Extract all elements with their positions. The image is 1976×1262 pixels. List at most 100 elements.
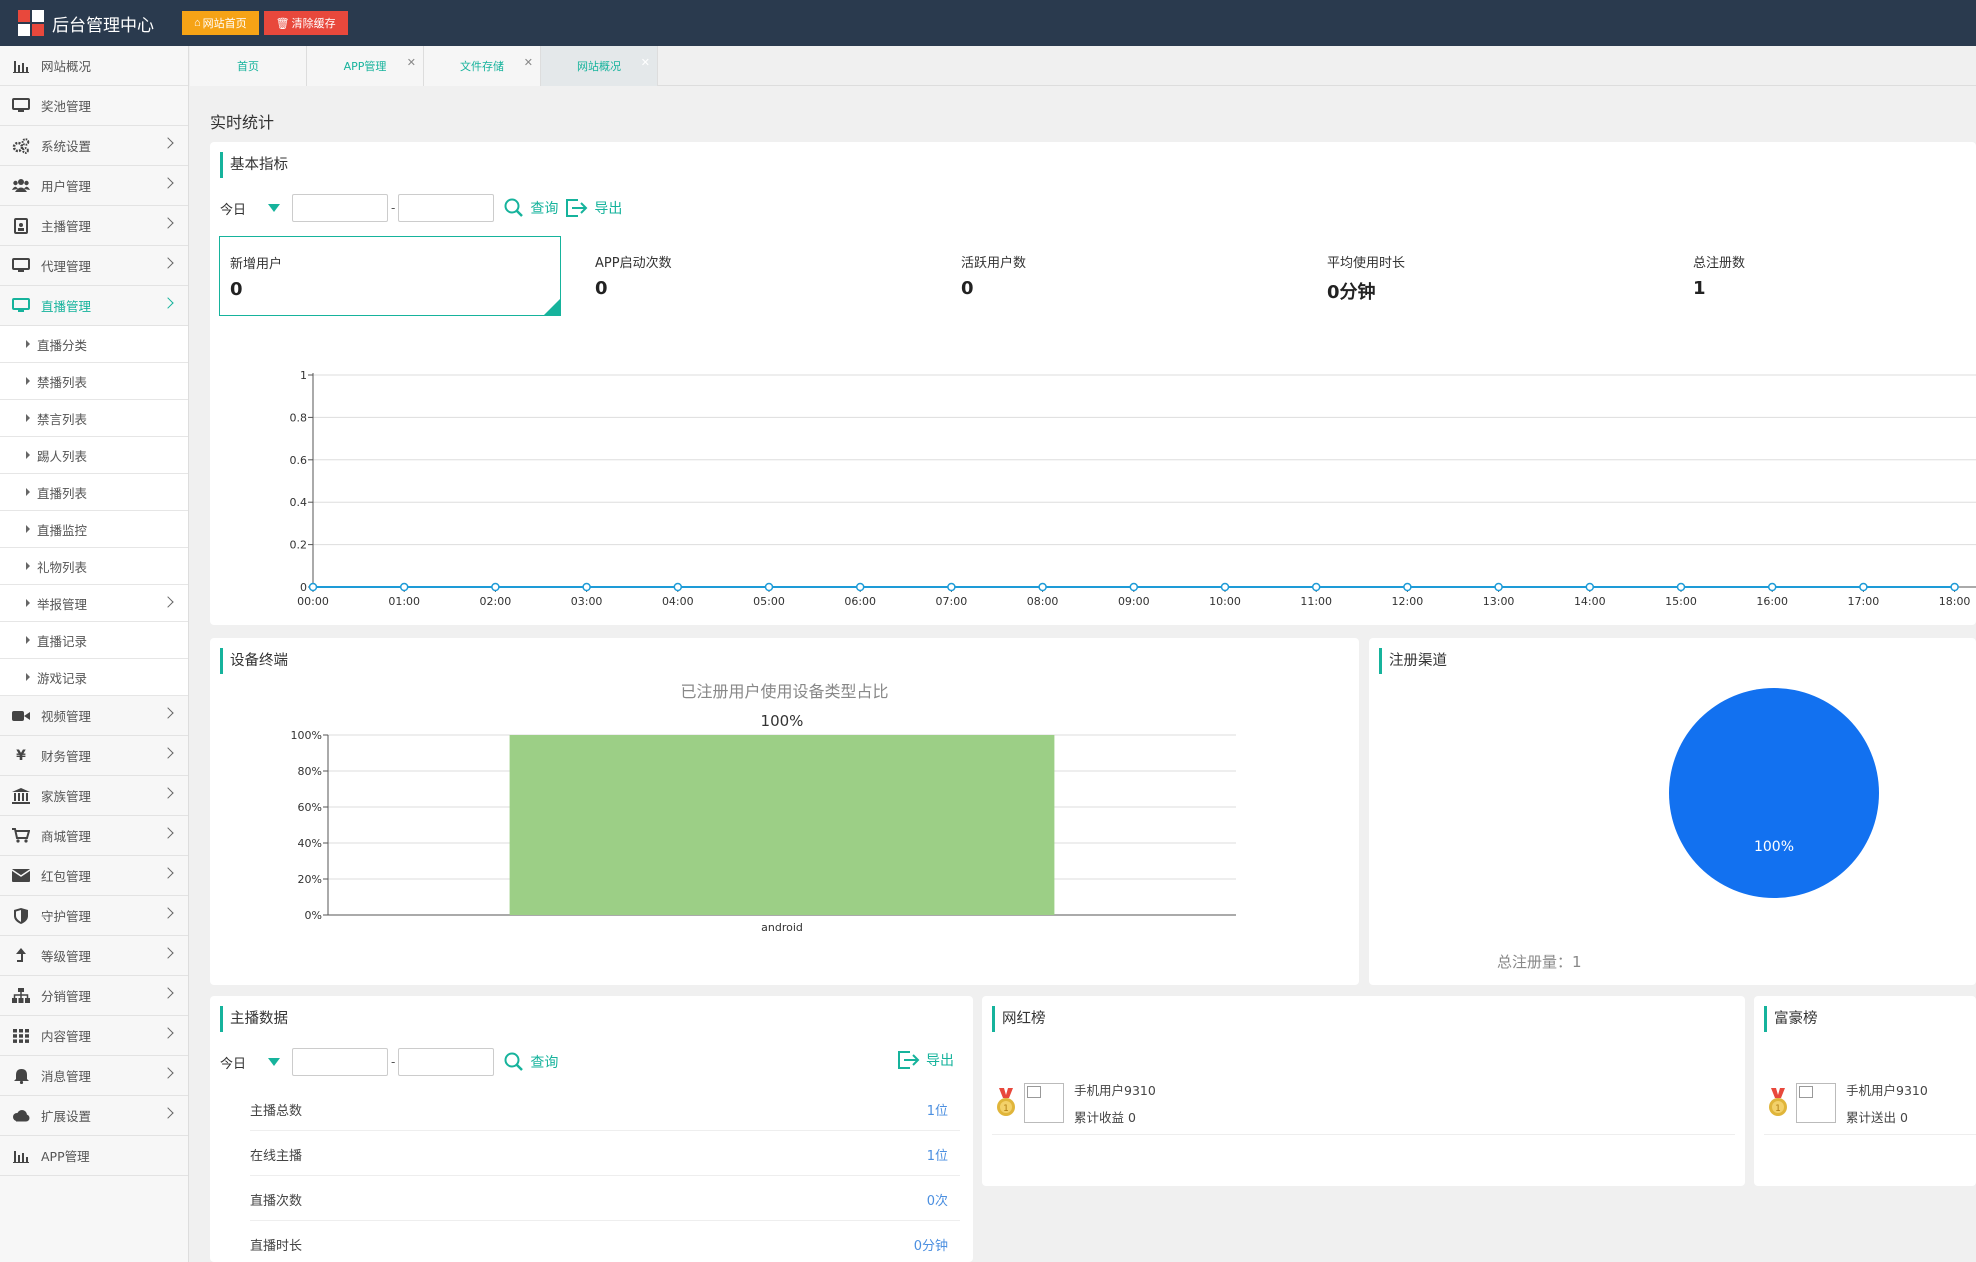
sidebar-subitem[interactable]: 直播列表 [0,474,188,511]
metric-active-users[interactable]: 活跃用户数 0 [951,236,1293,316]
sidebar-item-content[interactable]: 内容管理 [0,1016,188,1056]
sidebar-item-label: 消息管理 [41,1069,92,1084]
query-button[interactable]: 查询 [504,1052,558,1072]
sidebar-item-anchors[interactable]: 主播管理 [0,206,188,246]
sidebar-item-family[interactable]: 家族管理 [0,776,188,816]
sidebar-subitem[interactable]: 踢人列表 [0,437,188,474]
sidebar-subitem[interactable]: 礼物列表 [0,548,188,585]
y-tick-label: 0.6 [290,454,308,467]
range-label: 今日 [220,1056,247,1072]
range-separator: - [391,1055,396,1069]
metric-total-registrations[interactable]: 总注册数 1 [1683,236,1973,316]
range-dropdown-icon[interactable] [268,1058,280,1066]
start-date-input[interactable] [292,194,388,222]
sidebar-item-label: 用户管理 [41,179,92,194]
chevron-right-icon [162,596,174,608]
sidebar-item-guard[interactable]: 守护管理 [0,896,188,936]
gears-icon [12,137,30,154]
metric-avg-duration[interactable]: 平均使用时长 0分钟 [1317,236,1659,316]
tab-app-management[interactable]: APP管理 ✕ [307,46,424,86]
caret-right-icon [26,636,30,644]
sidebar-subitem[interactable]: 举报管理 [0,585,188,622]
metric-value: 0分钟 [1327,282,1376,303]
sidebar-subitem-label: 礼物列表 [37,559,88,575]
user-avatar [1024,1083,1064,1123]
search-icon [504,198,524,217]
x-tick-label: 01:00 [388,595,420,608]
sidebar-item-distribution[interactable]: 分销管理 [0,976,188,1016]
sidebar-item-system[interactable]: 系统设置 [0,126,188,166]
data-point [399,582,409,592]
x-tick-label: 03:00 [571,595,603,608]
website-home-label: 网站首页 [202,18,247,30]
sidebar-item-redpacket[interactable]: 红包管理 [0,856,188,896]
sidebar-item-agents[interactable]: 代理管理 [0,246,188,286]
sidebar-item-messages[interactable]: 消息管理 [0,1056,188,1096]
envelope-icon [12,868,30,884]
chevron-right-icon [162,177,174,189]
metric-app-launches[interactable]: APP启动次数 0 [585,236,927,316]
end-date-input[interactable] [398,194,495,222]
sidebar-item-label: 守护管理 [41,909,92,924]
x-tick-label: 14:00 [1574,595,1606,608]
monitor-icon [12,258,30,274]
badge-icon [12,217,30,234]
sidebar-item-extensions[interactable]: 扩展设置 [0,1096,188,1136]
stat-value: 1位 [926,1104,948,1119]
sidebar-item-overview[interactable]: 网站概况 [0,46,188,86]
sidebar-item-video[interactable]: 视频管理 [0,696,188,736]
sidebar-subitem[interactable]: 禁言列表 [0,400,188,437]
end-date-input[interactable] [398,1048,495,1076]
sidebar-subitem[interactable]: 直播分类 [0,326,188,363]
tab-site-overview[interactable]: 网站概况 ✕ [541,46,658,86]
sidebar-item-users[interactable]: 用户管理 [0,166,188,206]
sidebar-item-level[interactable]: 等级管理 [0,936,188,976]
x-tick-label: 18:00 [1939,595,1971,608]
x-tick-label: 05:00 [753,595,785,608]
sidebar-item-finance[interactable]: ¥ 财务管理 [0,736,188,776]
ranking-user-name: 手机用户9310 [1074,1083,1156,1098]
y-tick-label: 0% [305,909,322,922]
x-tick-label: android [761,921,803,934]
sidebar-item-live[interactable]: 直播管理 [0,286,188,326]
y-tick-label: 60% [298,801,322,814]
hourly-line-chart: 0 0.2 0.4 0.6 0.8 1 00:00 01:00 02:00 03:00 04:00 0… [290,369,1976,608]
close-icon[interactable]: ✕ [407,56,416,69]
website-home-button[interactable]: ⌂ 网站首页 [182,11,259,35]
sidebar-item-app[interactable]: APP管理 [0,1136,188,1176]
sidebar-subitem[interactable]: 禁播列表 [0,363,188,400]
sidebar-item-shop[interactable]: 商城管理 [0,816,188,856]
close-icon[interactable]: ✕ [524,56,533,69]
sidebar-subitem-label: 直播记录 [37,633,88,649]
tab-file-storage[interactable]: 文件存储 ✕ [424,46,541,86]
stat-row-online-anchors: 在线主播 1位 [250,1131,960,1176]
query-button[interactable]: 查询 [504,198,558,218]
sidebar-subitem[interactable]: 直播记录 [0,622,188,659]
monitor-icon [12,98,30,114]
sidebar-subitem[interactable]: 直播监控 [0,511,188,548]
data-point [1038,582,1047,592]
ranking-divider [1764,1134,1976,1135]
stat-value: 1位 [926,1149,948,1164]
data-point [1494,582,1503,592]
start-date-input[interactable] [292,1048,388,1076]
sidebar-item-label: 内容管理 [41,1029,92,1044]
close-icon[interactable]: ✕ [641,56,650,69]
ranking-item[interactable]: 1 手机用户9310 累计收益 0 [996,1080,1156,1126]
metric-new-users[interactable]: 新增用户 0 [219,236,561,316]
y-tick-label: 0 [300,581,307,594]
tab-home[interactable]: 首页 [190,46,307,86]
export-button[interactable]: 导出 [898,1050,954,1070]
sidebar-item-jackpot[interactable]: 奖池管理 [0,86,188,126]
range-dropdown-icon[interactable] [268,204,280,212]
ranking-item[interactable]: 1 手机用户9310 累计送出 0 [1768,1080,1928,1126]
sidebar-subitem[interactable]: 游戏记录 [0,659,188,696]
x-tick-label: 08:00 [1027,595,1059,608]
metric-label: 总注册数 [1693,256,1746,271]
x-tick-label: 15:00 [1665,595,1697,608]
trash-icon: 🗑 [275,17,290,30]
chevron-right-icon [162,787,174,799]
clear-cache-button[interactable]: 🗑 清除缓存 [263,11,348,35]
export-button[interactable]: 导出 [566,198,622,218]
caret-right-icon [26,562,30,570]
